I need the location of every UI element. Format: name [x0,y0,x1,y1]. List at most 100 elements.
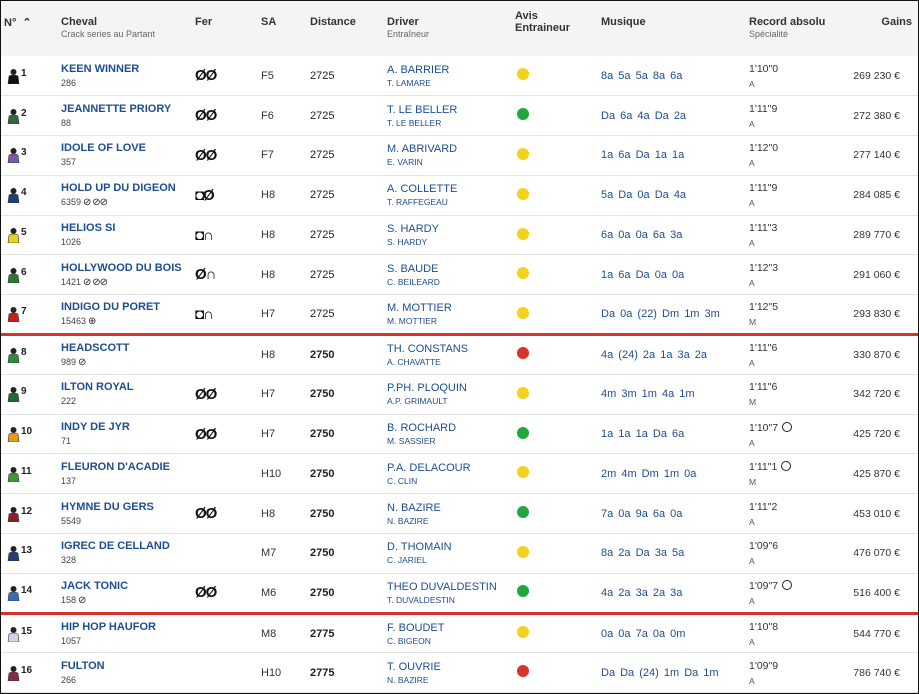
col-cheval[interactable]: Cheval Crack series au Partant [61,1,195,56]
horse-name-link[interactable]: IDOLE OF LOVE [61,142,195,154]
cell-avis [515,454,601,494]
horse-name-link[interactable]: HIP HOP HAUFOR [61,621,195,633]
trainer-link[interactable]: T. LE BELLER [387,118,515,128]
cell-distance: 2750 [310,467,335,480]
driver-link[interactable]: M. ABRIVARD [387,143,515,155]
col-avis[interactable]: Avis Entraineur [515,1,601,56]
trainer-link[interactable]: C. CLIN [387,476,515,486]
driver-link[interactable]: S. BAUDE [387,263,515,275]
driver-link[interactable]: M. MOTTIER [387,302,515,314]
driver-link[interactable]: THEO DUVALDESTIN [387,581,515,593]
table-row[interactable]: 15 HIP HOP HAUFOR 1057 M8 2775 F. BOUDET… [1,613,918,653]
driver-link[interactable]: TH. CONSTANS [387,343,515,355]
horse-number: 5 [21,227,27,239]
horse-stat: 222 [61,396,77,407]
horse-name-link[interactable]: HEADSCOTT [61,342,195,354]
horse-name-link[interactable]: INDY DE JYR [61,421,195,433]
horse-name-link[interactable]: IGREC DE CELLAND [61,540,195,552]
horse-name-link[interactable]: JEANNETTE PRIORY [61,103,195,115]
trainer-link[interactable]: T. RAFFEGEAU [387,197,515,207]
cell-horse: HOLLYWOOD DU BOIS 1421 ⊘ ⊘⊘ [61,255,195,295]
cell-sa: H8 [261,348,276,361]
trainer-link[interactable]: C. BIGEON [387,636,515,646]
horse-name-link[interactable]: ILTON ROYAL [61,381,195,393]
col-musique[interactable]: Musique [601,1,749,56]
table-row[interactable]: 6 HOLLYWOOD DU BOIS 1421 ⊘ ⊘⊘ Ø∩ H8 2725 … [1,255,918,295]
record-time: 1'11"9 [749,102,778,115]
trainer-link[interactable]: C. JARIEL [387,555,515,565]
driver-link[interactable]: S. HARDY [387,223,515,235]
cell-musique: 4m 3m 1m 4a 1m [601,388,695,401]
cell-musique: 6a 0a 0a 6a 3a [601,229,683,242]
driver-link[interactable]: P.PH. PLOQUIN [387,382,515,394]
driver-link[interactable]: T. OUVRIE [387,661,515,673]
table-row[interactable]: 10 INDY DE JYR 71 ØØ H7 2750 B. ROCHARD … [1,414,918,454]
table-row[interactable]: 9 ILTON ROYAL 222 ØØ H7 2750 P.PH. PLOQU… [1,374,918,415]
col-fer[interactable]: Fer [195,1,261,56]
trainer-link[interactable]: A.P. GRIMAULT [387,396,515,406]
col-distance[interactable]: Distance [310,1,387,56]
col-num[interactable]: N° ⌃ [1,1,61,56]
record-time: 1'09"6 [749,540,779,553]
table-row[interactable]: 7 INDIGO DU PORET 15463 ⊕ ◘∩ H7 2725 M. M… [1,295,918,335]
col-driver-sub: Entraîneur [387,29,430,39]
table-row[interactable]: 11 FLEURON D'ACADIE 137 H10 2750 P.A. DE… [1,454,918,494]
table-row[interactable]: 16 FULTON 266 H10 2775 T. OUVRIE N. BAZI… [1,653,918,693]
driver-link[interactable]: F. BOUDET [387,622,515,634]
driver-link[interactable]: A. BARRIER [387,64,515,76]
horse-name-link[interactable]: FLEURON D'ACADIE [61,461,195,473]
smiley-icon [517,147,529,160]
trainer-link[interactable]: M. SASSIER [387,436,515,446]
trainer-link[interactable]: N. BAZIRE [387,516,515,526]
driver-link[interactable]: B. ROCHARD [387,422,515,434]
col-driver[interactable]: Driver Entraîneur [387,1,515,56]
cell-driver: T. LE BELLER T. LE BELLER [387,96,515,136]
trainer-link[interactable]: A. CHAVATTE [387,357,515,367]
record-speciality: A [749,636,755,647]
col-record[interactable]: Record absolu Spécialité [749,1,841,56]
horse-name-link[interactable]: HELIOS SI [61,222,195,234]
table-row[interactable]: 4 HOLD UP DU DIGEON 6359 ⊘ ⊘⊘ ◘Ø H8 2725 … [1,175,918,216]
table-row[interactable]: 2 JEANNETTE PRIORY 88 ØØ F6 2725 T. LE B… [1,96,918,136]
driver-link[interactable]: D. THOMAIN [387,541,515,553]
horse-name-link[interactable]: HOLD UP DU DIGEON [61,182,195,194]
trainer-link[interactable]: T. LAMARE [387,78,515,88]
trainer-link[interactable]: C. BEILEARD [387,277,515,287]
horse-name-link[interactable]: HYMNE DU GERS [61,501,195,513]
table-row[interactable]: 12 HYMNE DU GERS 5549 ØØ H8 2750 N. BAZI… [1,494,918,534]
horse-name-link[interactable]: KEEN WINNER [61,63,195,75]
driver-link[interactable]: A. COLLETTE [387,183,515,195]
horse-stat: 15463 ⊕ [61,316,96,328]
table-row[interactable]: 14 JACK TONIC 158 ⊘ ØØ M6 2750 THEO DUVAL… [1,573,918,614]
trainer-link[interactable]: N. BAZIRE [387,675,515,685]
driver-link[interactable]: N. BAZIRE [387,502,515,514]
cell-record: 1'12"5 M [749,295,841,335]
smiley-icon [517,665,529,678]
col-gains[interactable]: Gains [841,1,918,56]
trainer-link[interactable]: M. MOTTIER [387,316,515,326]
trainer-link[interactable]: S. HARDY [387,237,515,247]
trainer-link[interactable]: T. DUVALDESTIN [387,595,515,605]
driver-link[interactable]: T. LE BELLER [387,104,515,116]
smiley-icon [517,545,529,558]
trainer-link[interactable]: E. VARIN [387,157,515,167]
chevron-up-icon[interactable]: ⌃ [22,17,31,29]
record-speciality: A [749,118,755,129]
driver-link[interactable]: P.A. DELACOUR [387,462,515,474]
table-row[interactable]: 5 HELIOS SI 1026 ◘∩ H8 2725 S. HARDY S. … [1,215,918,255]
cell-sa: H7 [261,428,276,441]
col-sa[interactable]: SA [261,1,310,56]
horse-name-link[interactable]: FULTON [61,660,195,672]
jockey-silk-icon [7,347,20,363]
smiley-icon [517,187,529,200]
horse-name-link[interactable]: HOLLYWOOD DU BOIS [61,262,195,274]
horse-name-link[interactable]: JACK TONIC [61,580,195,592]
table-row[interactable]: 3 IDOLE OF LOVE 357 ØØ F7 2725 M. ABRIVA… [1,136,918,176]
horse-stat: 71 [61,436,72,447]
table-row[interactable]: 1 KEEN WINNER 286 ØØ F5 2725 A. BARRIER … [1,56,918,96]
table-row[interactable]: 13 IGREC DE CELLAND 328 M7 2750 D. THOMA… [1,534,918,574]
record-speciality: A [749,675,755,686]
table-row[interactable]: 8 HEADSCOTT 989 ⊘ H8 2750 TH. CONSTANS A.… [1,335,918,375]
cell-gains: 272 380 € [853,109,900,122]
horse-name-link[interactable]: INDIGO DU PORET [61,301,195,313]
